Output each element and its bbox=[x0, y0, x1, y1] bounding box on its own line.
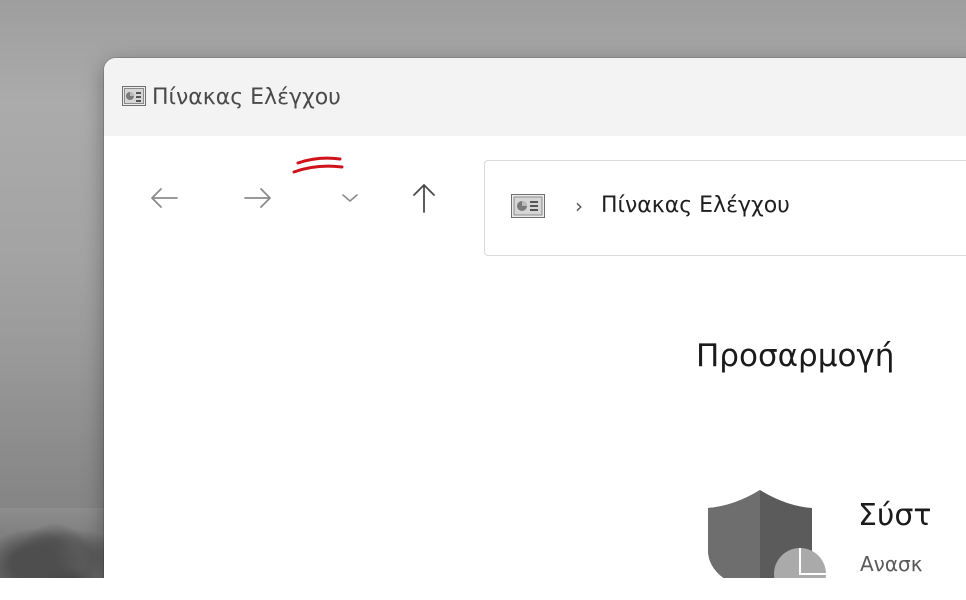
forward-button[interactable] bbox=[236, 176, 280, 220]
back-button[interactable] bbox=[142, 176, 186, 220]
breadcrumb-item-control-panel[interactable]: Πίνακας Ελέγχου bbox=[601, 193, 790, 218]
wallpaper-rocks bbox=[0, 508, 110, 578]
category-title-system-security[interactable]: Σύστ bbox=[858, 498, 931, 533]
desktop-background: Πίνακας Ελέγχου › Πίνακας Ελέγχου Προσαρ… bbox=[0, 0, 966, 578]
arrow-right-icon bbox=[244, 188, 271, 208]
recent-locations-button[interactable] bbox=[328, 176, 372, 220]
control-panel-icon bbox=[122, 86, 146, 110]
red-annotation-scribble bbox=[292, 156, 344, 174]
arrow-left-icon bbox=[151, 188, 178, 208]
arrow-up-icon bbox=[413, 184, 435, 213]
window-title: Πίνακας Ελέγχου bbox=[152, 85, 341, 110]
page-heading: Προσαρμογή bbox=[696, 338, 895, 374]
security-shield-icon bbox=[704, 490, 828, 578]
window-titlebar[interactable]: Πίνακας Ελέγχου bbox=[104, 58, 966, 136]
control-panel-window: Πίνακας Ελέγχου › Πίνακας Ελέγχου Προσαρ… bbox=[104, 58, 966, 578]
control-panel-icon bbox=[511, 194, 545, 222]
navigation-toolbar: › Πίνακας Ελέγχου bbox=[104, 136, 966, 256]
category-subtitle[interactable]: Ανασκ bbox=[860, 552, 923, 576]
address-bar[interactable]: › Πίνακας Ελέγχου bbox=[484, 160, 966, 256]
breadcrumb-separator: › bbox=[575, 194, 583, 218]
up-button[interactable] bbox=[402, 176, 446, 220]
chevron-down-icon bbox=[342, 194, 358, 202]
